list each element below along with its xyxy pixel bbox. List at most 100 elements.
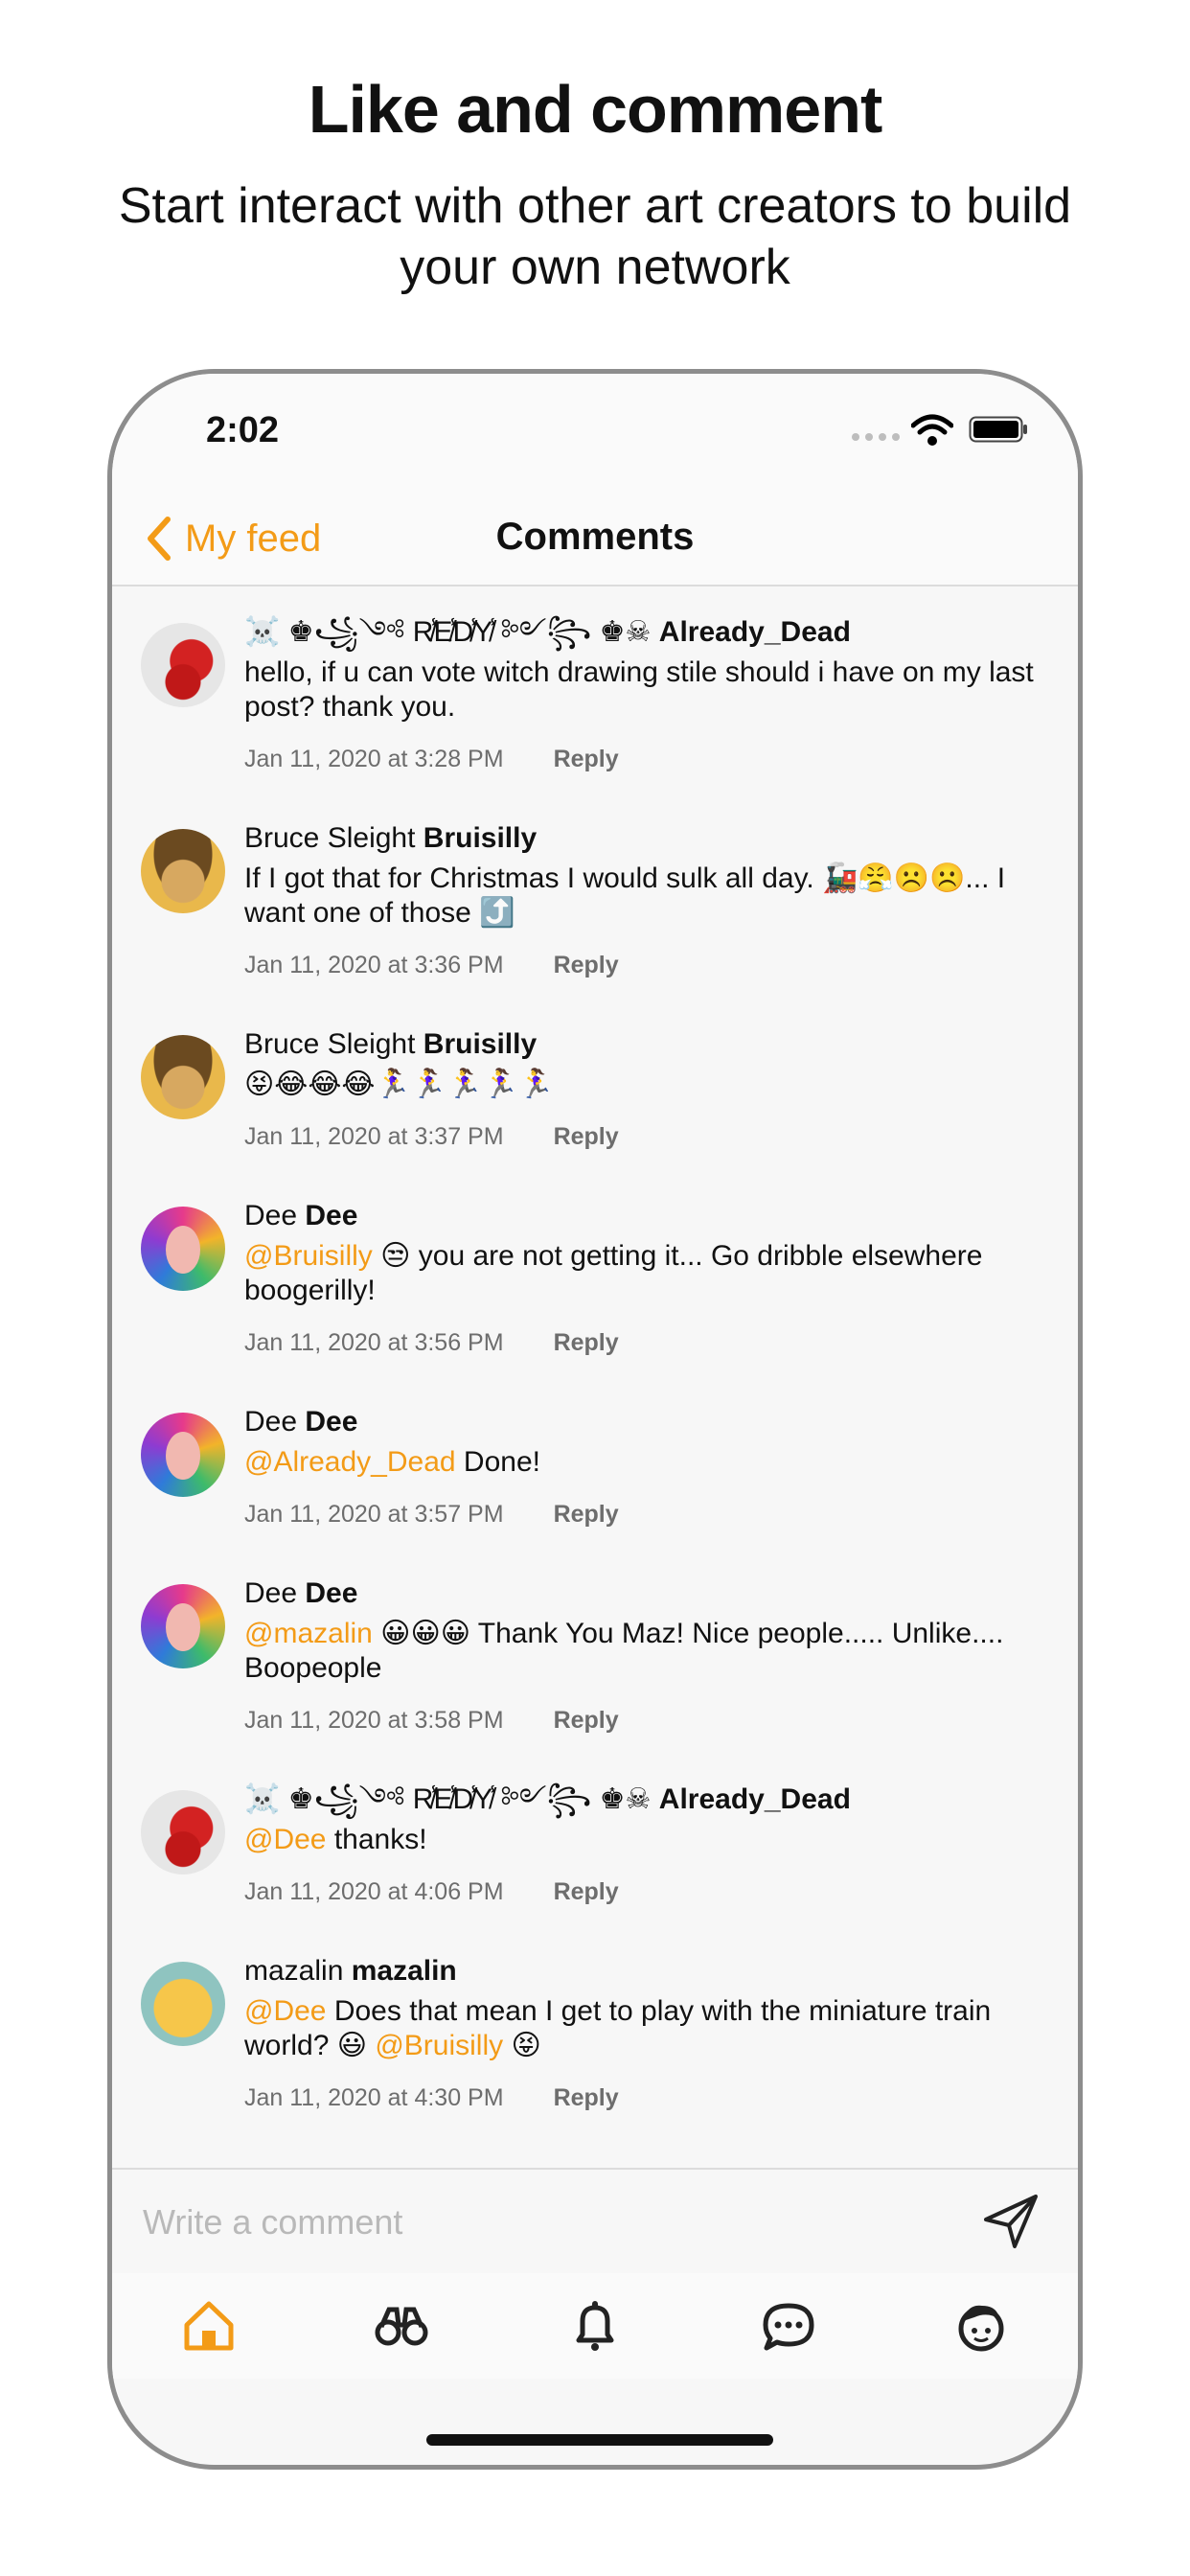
author-username[interactable]: Dee <box>305 1406 357 1438</box>
avatar[interactable] <box>141 1584 225 1668</box>
reply-button[interactable]: Reply <box>554 952 619 979</box>
profile-icon <box>958 2305 1004 2352</box>
comment-author: ☠️ ♚꧁༺ R̸̾E̸̾D̸̾Y̸̾ ༻꧂ ♚☠ Already_Dead <box>244 1781 1049 1819</box>
author-display-name[interactable]: Dee <box>244 1406 297 1438</box>
comment-author: Dee Dee <box>244 1403 1049 1441</box>
author-display-name[interactable]: Bruce Sleight <box>244 1028 415 1060</box>
comment-body: If I got that for Christmas I would sulk… <box>244 862 1006 929</box>
comment-text: @Dee Does that mean I get to play with t… <box>244 1994 1049 2063</box>
avatar[interactable] <box>141 623 225 707</box>
comment-list[interactable]: ☠️ ♚꧁༺ R̸̾E̸̾D̸̾Y̸̾ ༻꧂ ♚☠ Already_Deadhe… <box>112 586 1078 2158</box>
avatar[interactable] <box>141 1413 225 1497</box>
home-icon <box>184 2301 234 2351</box>
nav-bar: My feed Comments <box>112 489 1078 586</box>
reply-button[interactable]: Reply <box>554 1329 619 1357</box>
comment-author: Dee Dee <box>244 1197 1049 1235</box>
reply-button[interactable]: Reply <box>554 746 619 773</box>
author-username[interactable]: Bruisilly <box>423 1028 537 1060</box>
comment-text: If I got that for Christmas I would sulk… <box>244 862 1049 931</box>
comment-item: Dee Dee @Already_Dead Done! Jan 11, 2020 a… <box>112 1376 1078 1548</box>
wifi-icon <box>911 414 953 446</box>
comment-item: Dee Dee @mazalin 😀😀😀 Thank You Maz! Nice … <box>112 1548 1078 1754</box>
comment-meta: Jan 11, 2020 at 3:28 PM Reply <box>244 746 1049 773</box>
reply-button[interactable]: Reply <box>554 1707 619 1735</box>
tab-profile[interactable] <box>953 2298 1009 2354</box>
comment-item: mazalin mazalin @Dee Does that mean I get… <box>112 1925 1078 2131</box>
status-bar: 2:02 <box>112 374 1078 489</box>
comment-composer <box>112 2168 1078 2275</box>
back-button[interactable]: My feed <box>145 516 321 562</box>
comment-body: 😝 <box>503 2030 541 2061</box>
author-username[interactable]: mazalin <box>352 1955 457 1987</box>
comment-author: ☠️ ♚꧁༺ R̸̾E̸̾D̸̾Y̸̾ ༻꧂ ♚☠ Already_Dead <box>244 613 1049 652</box>
comment-item: Bruce Sleight Bruisilly If I got that for… <box>112 793 1078 999</box>
comment-text: 😝😂😂😂🏃‍♀️🏃‍♀️🏃‍♀️🏃‍♀️🏃‍♀️ <box>244 1068 1049 1102</box>
comment-item: Dee Dee @Bruisilly 😒 you are not getting … <box>112 1170 1078 1376</box>
bell-icon <box>576 2301 614 2351</box>
author-display-name[interactable]: Dee <box>244 1200 297 1231</box>
comment-author: Bruce Sleight Bruisilly <box>244 1025 1049 1064</box>
author-display-name[interactable]: Dee <box>244 1577 297 1609</box>
author-display-name[interactable]: ☠️ ♚꧁༺ R̸̾E̸̾D̸̾Y̸̾ ༻꧂ ♚☠ <box>244 616 651 648</box>
author-username[interactable]: Dee <box>305 1577 357 1609</box>
mention-link[interactable]: @Bruisilly <box>244 1240 373 1272</box>
avatar[interactable] <box>141 829 225 913</box>
comment-timestamp: Jan 11, 2020 at 3:57 PM <box>244 1501 504 1528</box>
comment-meta: Jan 11, 2020 at 4:30 PM Reply <box>244 2084 1049 2112</box>
comment-body: Done! <box>455 1446 540 1478</box>
author-display-name[interactable]: ☠️ ♚꧁༺ R̸̾E̸̾D̸̾Y̸̾ ༻꧂ ♚☠ <box>244 1783 651 1815</box>
tab-explore[interactable] <box>374 2298 429 2354</box>
phone-frame: 2:02 My feed Comments ☠️ ♚꧁༺ R̸̾E̸̾D̸̾Y̸… <box>107 369 1083 2470</box>
tab-bar <box>112 2273 1078 2379</box>
comment-meta: Jan 11, 2020 at 4:06 PM Reply <box>244 1878 1049 1906</box>
mention-link[interactable]: @Dee <box>244 1824 327 1855</box>
chevron-left-icon <box>148 517 171 561</box>
comment-text: @mazalin 😀😀😀 Thank You Maz! Nice people.… <box>244 1617 1049 1686</box>
reply-button[interactable]: Reply <box>554 1501 619 1529</box>
mention-link[interactable]: @Already_Dead <box>244 1446 456 1478</box>
mention-link[interactable]: @mazalin <box>244 1618 373 1649</box>
author-username[interactable]: Already_Dead <box>659 616 851 648</box>
comment-timestamp: Jan 11, 2020 at 4:30 PM <box>244 2084 504 2111</box>
reply-button[interactable]: Reply <box>554 1878 619 1906</box>
author-username[interactable]: Already_Dead <box>659 1783 851 1815</box>
signal-dots-icon <box>852 433 900 441</box>
comment-author: Bruce Sleight Bruisilly <box>244 819 1049 858</box>
reply-button[interactable]: Reply <box>554 1123 619 1151</box>
comment-body: Does that mean I get to play with the mi… <box>244 1995 992 2061</box>
tab-messages[interactable] <box>761 2298 816 2354</box>
comment-author: mazalin mazalin <box>244 1952 1049 1990</box>
author-display-name[interactable]: mazalin <box>244 1955 343 1987</box>
comment-meta: Jan 11, 2020 at 3:37 PM Reply <box>244 1123 1049 1151</box>
comment-input[interactable] <box>141 2193 930 2252</box>
comment-item: Bruce Sleight Bruisilly 😝😂😂😂🏃‍♀️🏃‍♀️🏃‍♀️🏃… <box>112 999 1078 1170</box>
home-indicator <box>426 2434 773 2446</box>
author-username[interactable]: Dee <box>305 1200 357 1231</box>
reply-button[interactable]: Reply <box>554 2084 619 2112</box>
comment-timestamp: Jan 11, 2020 at 3:56 PM <box>244 1329 504 1356</box>
comment-timestamp: Jan 11, 2020 at 3:28 PM <box>244 746 504 772</box>
back-label: My feed <box>185 517 322 560</box>
avatar[interactable] <box>141 1962 225 2046</box>
author-username[interactable]: Bruisilly <box>423 822 537 854</box>
avatar[interactable] <box>141 1790 225 1874</box>
comment-item: ☠️ ♚꧁༺ R̸̾E̸̾D̸̾Y̸̾ ༻꧂ ♚☠ Already_Deadhe… <box>112 586 1078 793</box>
comment-meta: Jan 11, 2020 at 3:36 PM Reply <box>244 952 1049 979</box>
comment-timestamp: Jan 11, 2020 at 3:36 PM <box>244 952 504 978</box>
mention-link[interactable]: @Bruisilly <box>375 2030 503 2061</box>
status-time: 2:02 <box>206 410 280 450</box>
mention-link[interactable]: @Dee <box>244 1995 327 2027</box>
comment-body: hello, if u can vote witch drawing stile… <box>244 656 1034 723</box>
comment-meta: Jan 11, 2020 at 3:57 PM Reply <box>244 1501 1049 1529</box>
avatar[interactable] <box>141 1035 225 1119</box>
send-icon[interactable] <box>980 2191 1041 2252</box>
comment-body: thanks! <box>326 1824 427 1855</box>
tab-notifications[interactable] <box>567 2298 623 2354</box>
promo-subline: Start interact with other art creators t… <box>118 178 1072 295</box>
comment-text: hello, if u can vote witch drawing stile… <box>244 656 1049 724</box>
comment-timestamp: Jan 11, 2020 at 3:58 PM <box>244 1707 504 1734</box>
avatar[interactable] <box>141 1207 225 1291</box>
comment-meta: Jan 11, 2020 at 3:56 PM Reply <box>244 1329 1049 1357</box>
tab-home[interactable] <box>181 2298 237 2354</box>
author-display-name[interactable]: Bruce Sleight <box>244 822 415 854</box>
